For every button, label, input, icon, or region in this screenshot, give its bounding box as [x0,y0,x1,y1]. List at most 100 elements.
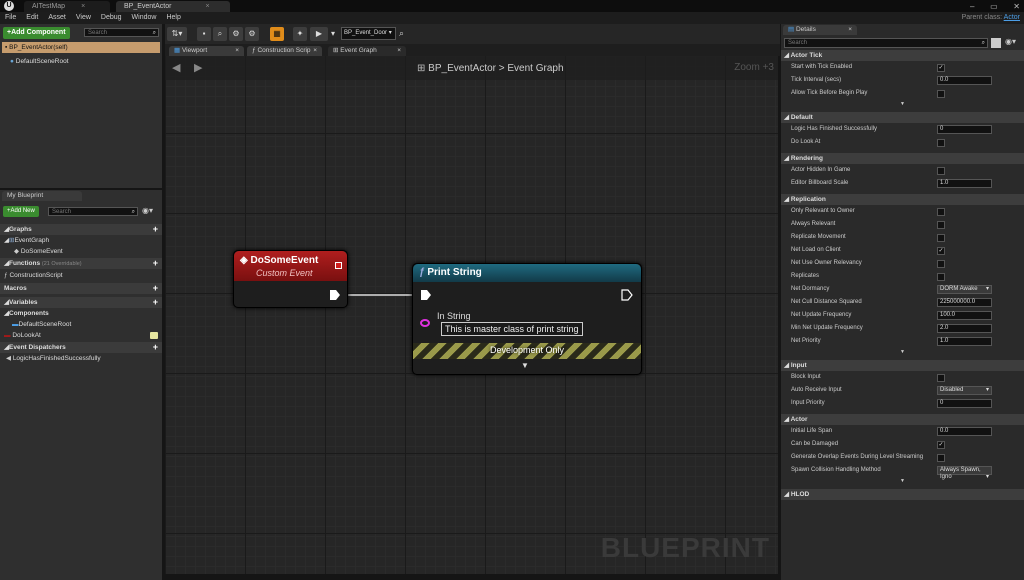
property-dropdown[interactable]: DORM Awake ▾ [937,285,992,294]
component-item-self[interactable]: ▪ BP_EventActor(self) [2,42,160,53]
category-graphs[interactable]: ◢Graphs + [0,224,162,235]
add-dispatcher-icon[interactable]: + [153,342,158,353]
property-checkbox[interactable]: ✓ [937,441,945,449]
blueprint-search-input[interactable]: Search ⌕ [48,207,138,216]
advanced-expander-icon[interactable]: ▼ [781,100,1024,108]
category-variables[interactable]: ◢Variables + [0,297,162,308]
menu-asset[interactable]: Asset [43,12,71,24]
view-options-icon[interactable]: ◉▾ [142,206,153,215]
tab-construction-script[interactable]: ƒ Construction Scrip × [247,46,322,56]
property-checkbox[interactable] [937,208,945,216]
property-checkbox[interactable] [937,273,945,281]
property-number-field[interactable]: 1.0 [937,179,992,188]
category-macros[interactable]: Macros + [0,283,162,294]
add-graph-icon[interactable]: + [153,224,158,235]
property-number-field[interactable]: 1.0 [937,337,992,346]
tab-level[interactable]: AITestMap × [24,1,110,12]
add-component-button[interactable]: +Add Component [3,27,70,39]
property-number-field[interactable]: 100.0 [937,311,992,320]
exec-out-pin-icon[interactable] [329,289,341,301]
search-icon[interactable]: ⌕ [399,28,404,39]
close-icon[interactable]: × [235,46,239,56]
property-checkbox[interactable] [937,139,945,147]
function-item[interactable]: ƒ ConstructionScript [4,270,63,281]
details-section-header[interactable]: ◢ Input [781,360,1024,371]
property-checkbox[interactable] [937,90,945,98]
close-icon[interactable]: × [397,46,401,56]
tab-blueprint[interactable]: BP_EventActor × [116,1,230,12]
property-checkbox[interactable] [937,221,945,229]
delegate-pin-icon[interactable] [335,262,342,269]
details-section-header[interactable]: ◢ Actor [781,414,1024,425]
exec-out-pin-icon[interactable] [621,289,633,301]
tab-event-graph[interactable]: ⊞ Event Graph × [328,46,406,56]
eye-visibility-icon[interactable] [150,332,158,339]
property-checkbox[interactable]: ✓ [937,247,945,255]
category-event-dispatchers[interactable]: ◢Event Dispatchers + [0,342,162,353]
property-number-field[interactable]: 0 [937,399,992,408]
menu-window[interactable]: Window [127,12,162,24]
class-defaults-icon[interactable]: ▦ [270,27,284,41]
property-number-field[interactable]: 2.0 [937,324,992,333]
add-variable-icon[interactable]: + [153,297,158,308]
event-graph-canvas[interactable]: ◀ ▶ ⊞ BP_EventActor > Event Graph Zoom +… [165,56,778,574]
print-string-node[interactable]: ƒ Print String In String This is master … [412,263,642,375]
property-checkbox[interactable] [937,454,945,462]
property-checkbox[interactable] [937,260,945,268]
minimize-icon[interactable]: – [970,2,974,11]
close-icon[interactable]: × [848,25,852,35]
details-section-header[interactable]: ◢ Replication [781,194,1024,205]
string-pin-icon[interactable] [420,319,430,327]
property-checkbox[interactable] [937,167,945,175]
variables-components-group[interactable]: ◢Components [4,308,49,319]
tab-details[interactable]: ▤ Details × [783,25,857,35]
menu-file[interactable]: File [0,12,21,24]
close-icon[interactable]: × [313,46,317,56]
close-window-icon[interactable]: ✕ [1013,2,1020,11]
tab-viewport[interactable]: ▦ Viewport × [169,46,244,56]
property-dropdown[interactable]: Always Spawn, Igno ▾ [937,466,992,480]
property-matrix-icon[interactable] [991,38,1001,48]
menu-debug[interactable]: Debug [96,12,127,24]
exec-in-pin-icon[interactable] [420,289,432,301]
add-macro-icon[interactable]: + [153,283,158,294]
property-number-field[interactable]: 0.0 [937,427,992,436]
parent-class-link[interactable]: Actor [1004,14,1020,21]
details-search-input[interactable]: Search ⌕ [784,38,988,48]
toolbar-select-icon[interactable]: ⇅▾ [167,27,187,41]
property-checkbox[interactable] [937,234,945,242]
compile-icon[interactable]: ⚙ [229,27,243,41]
details-section-header[interactable]: ◢ HLOD [781,489,1024,500]
variable-item-dolookat[interactable]: ▬ DoLookAt [4,330,162,341]
property-checkbox[interactable] [937,374,945,382]
in-string-input[interactable]: This is master class of print string [441,322,583,336]
tab-my-blueprint[interactable]: My Blueprint [2,191,82,201]
view-options-icon[interactable]: ◉▾ [1005,37,1016,46]
details-section-header[interactable]: ◢ Rendering [781,153,1024,164]
menu-edit[interactable]: Edit [21,12,43,24]
custom-event-node[interactable]: ◈ DoSomeEvent Custom Event [233,250,348,308]
property-number-field[interactable]: 0 [937,125,992,134]
simulation-icon[interactable]: ✦ [293,27,307,41]
play-icon[interactable]: ▶ [310,27,328,41]
dispatcher-item[interactable]: ◀ LogicHasFinishedSuccessfully [6,353,101,364]
property-number-field[interactable]: 225000000.0 [937,298,992,307]
save-icon[interactable]: ▪ [197,27,211,41]
category-functions[interactable]: ◢Functions (21 Overridable) + [0,258,162,269]
play-options-icon[interactable]: ▾ [329,27,337,41]
property-checkbox[interactable]: ✓ [937,64,945,72]
settings-icon[interactable]: ⚙ [245,27,259,41]
close-icon[interactable]: × [81,3,85,10]
component-item-root[interactable]: ● DefaultSceneRoot [10,56,69,67]
debug-object-dropdown[interactable]: BP_Event_Door ▾ [341,27,396,40]
expand-arrow-icon[interactable]: ▼ [521,361,529,370]
browse-icon[interactable]: ⌕ [213,27,227,41]
details-section-header[interactable]: ◢ Actor Tick [781,50,1024,61]
advanced-expander-icon[interactable]: ▼ [781,348,1024,356]
add-new-button[interactable]: +Add New [3,206,39,217]
graph-item-eventgraph[interactable]: ◢⊞EventGraph [4,235,49,246]
menu-help[interactable]: Help [161,12,185,24]
close-icon[interactable]: × [205,3,209,10]
menu-view[interactable]: View [71,12,96,24]
maximize-icon[interactable]: ▭ [990,2,998,11]
